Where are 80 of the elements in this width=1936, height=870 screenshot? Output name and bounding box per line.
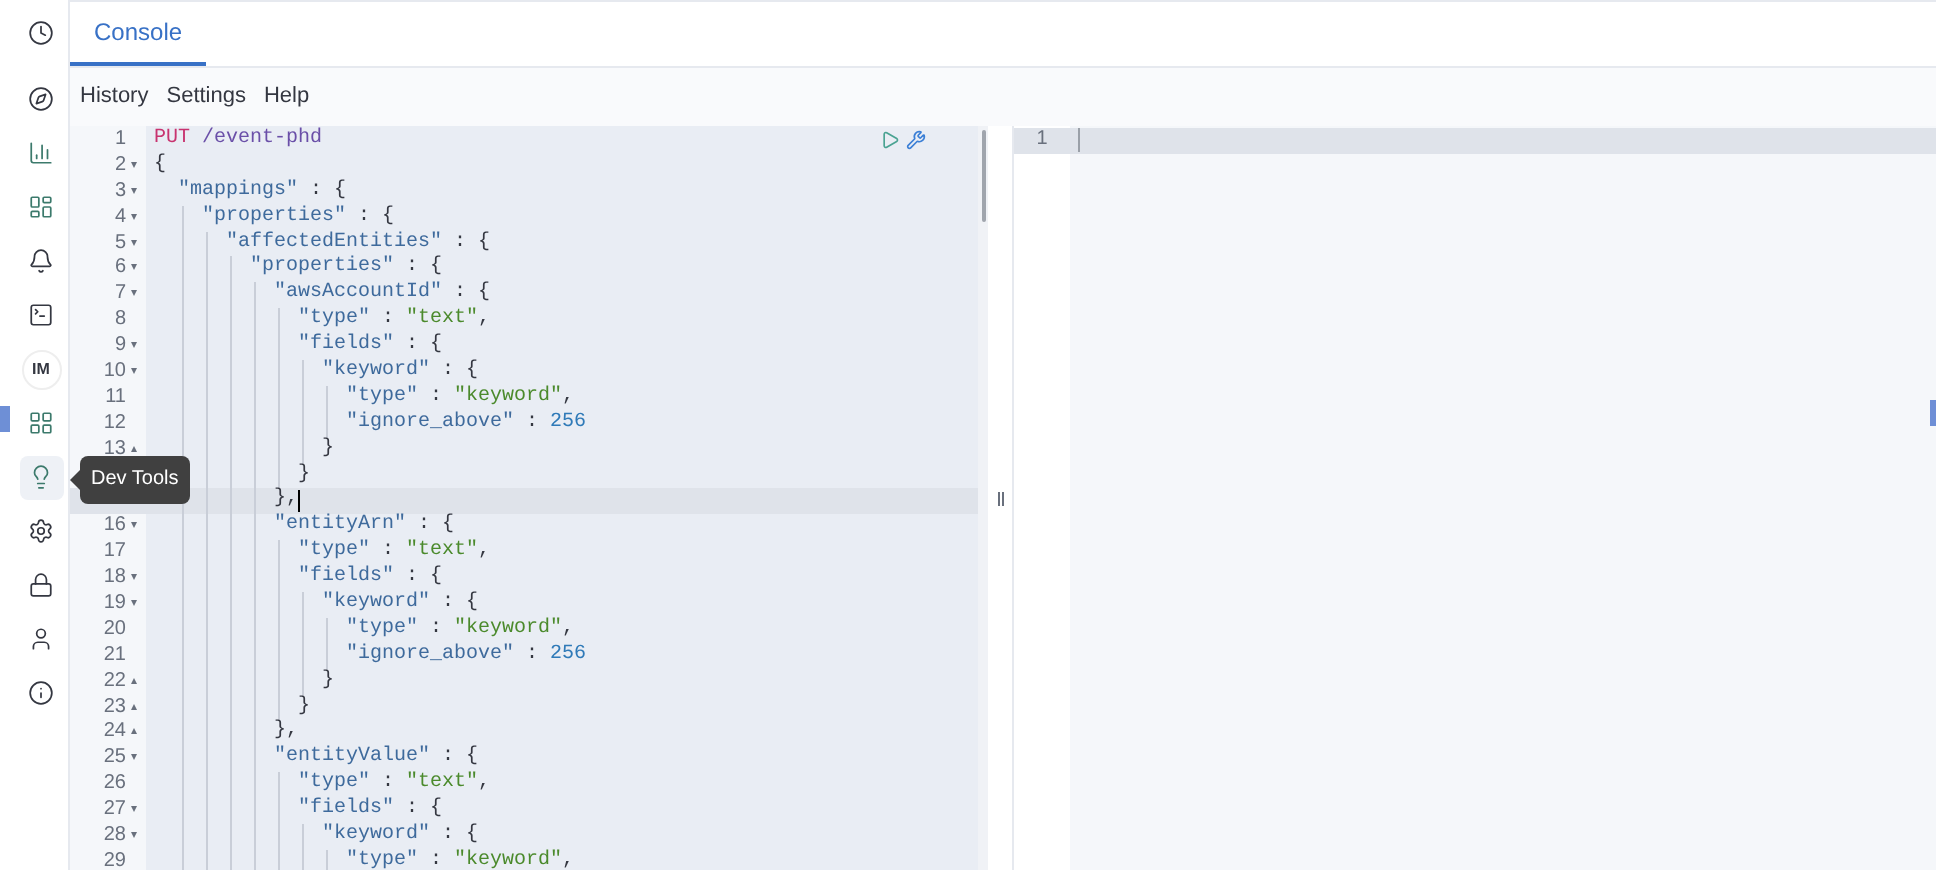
settings-icon (28, 518, 54, 544)
line-number: 29 (103, 849, 126, 870)
code-line: "keyword" : { (322, 592, 479, 617)
code-line: "keyword" : { (322, 360, 479, 385)
line-number: 28 (103, 824, 126, 850)
tooltip: Dev Tools (69, 456, 191, 504)
user-icon (28, 626, 54, 652)
line-number: 3 (114, 179, 126, 206)
code-line: } (298, 463, 311, 489)
line-number: 19 (103, 592, 126, 618)
code-line: "fields" : { (298, 798, 443, 823)
line-number: 27 (103, 798, 126, 825)
line-number: 4 (114, 205, 126, 232)
info-icon (28, 680, 54, 706)
line-number: 9 (114, 334, 126, 361)
nav-item[interactable]: IM (21, 349, 61, 389)
grid-icon (28, 410, 54, 436)
code-line: "type" : "keyword", (346, 849, 575, 870)
code-line: "ignore_above" : 256 (346, 643, 587, 670)
code-line: "mappings" : { (178, 179, 347, 205)
line-number: 26 (103, 772, 126, 799)
code-line: "fields" : { (298, 566, 443, 591)
dashboard-icon (28, 194, 54, 220)
code-line: "properties" : { (250, 256, 443, 281)
code-line: "keyword" : { (322, 824, 479, 849)
line-number: 10 (103, 360, 126, 386)
code-line: "awsAccountId" : { (274, 282, 491, 307)
line-number: 17 (103, 540, 126, 567)
line-number: 6 (114, 256, 126, 283)
line-number: 21 (103, 643, 126, 670)
resize-handle[interactable] (997, 491, 1003, 505)
line-number: 7 (114, 282, 126, 309)
code-line: { (154, 153, 167, 180)
bar-chart-icon (28, 140, 54, 166)
line-number: 2 (114, 153, 126, 180)
code-line: "properties" : { (202, 205, 395, 231)
code-line: }, (274, 720, 299, 745)
code-line: "type" : "text", (298, 308, 491, 333)
line-number: 22 (103, 669, 126, 696)
code-line: "entityValue" : { (274, 746, 479, 771)
compass-icon (28, 86, 54, 112)
code-line: "fields" : { (298, 334, 443, 359)
code-line: } (298, 695, 311, 721)
line-number: 24 (103, 720, 126, 747)
code-line: "entityArn" : { (274, 514, 455, 539)
code-line: "type" : "text", (298, 772, 491, 797)
line-number: 1 (1036, 128, 1048, 154)
code-line: } (322, 669, 335, 696)
line-number: 23 (103, 695, 126, 721)
line-number: 16 (103, 514, 126, 541)
code-line: "type" : "keyword", (346, 385, 575, 411)
code-line: "type" : "text", (298, 540, 491, 565)
lightbulb-icon (28, 464, 54, 490)
lock-icon (28, 572, 54, 598)
code-line: "affectedEntities" : { (226, 231, 491, 255)
menu-item[interactable]: History (80, 80, 149, 114)
terminal-icon (28, 302, 54, 328)
line-number: 20 (103, 617, 126, 644)
code-line: "ignore_above" : 256 (346, 411, 587, 438)
line-number: 8 (114, 308, 126, 335)
clock-icon (28, 20, 54, 46)
menu-item[interactable]: Settings (166, 80, 246, 114)
tab[interactable]: Console (70, 2, 207, 66)
code-line: }, (274, 488, 299, 513)
menu-item[interactable]: Help (263, 80, 310, 114)
line-number: 11 (105, 385, 126, 412)
scrollbar-thumb[interactable] (981, 130, 985, 222)
line-number: 12 (103, 411, 126, 438)
bell-icon (28, 248, 54, 274)
line-number: 1 (114, 128, 126, 154)
text-cursor (298, 490, 301, 513)
code-line: } (322, 437, 335, 464)
code-line: "type" : "keyword", (346, 617, 575, 643)
wrench-icon[interactable] (906, 130, 926, 150)
text-cursor (1078, 128, 1080, 153)
line-number: 18 (103, 566, 126, 593)
code-line: PUT /event-phd (154, 128, 323, 153)
run-icon[interactable] (880, 130, 900, 150)
line-number: 25 (103, 746, 126, 773)
line-number: 5 (114, 231, 126, 257)
